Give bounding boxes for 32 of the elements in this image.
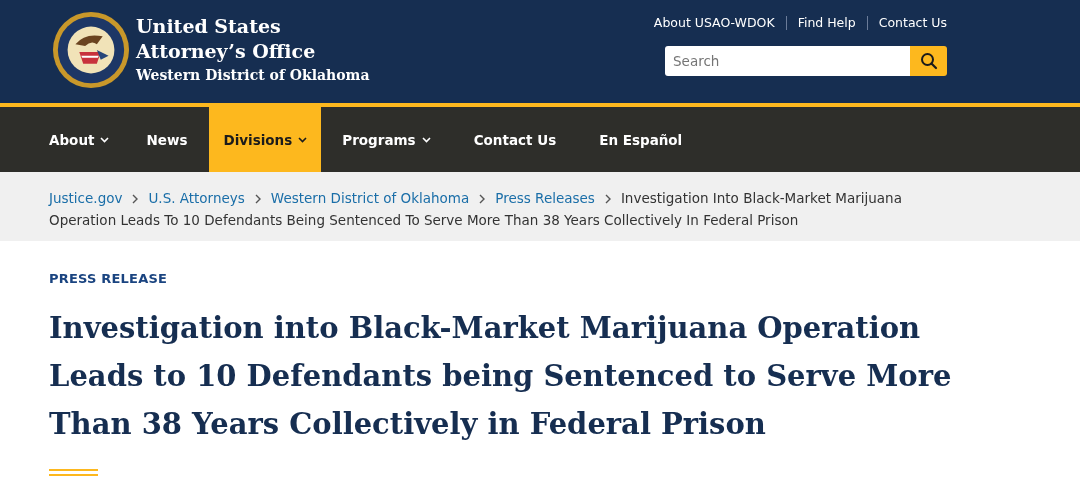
utility-link[interactable]: About USAO-WDOK: [653, 15, 775, 30]
chevron-icon: [254, 194, 261, 204]
agency-name[interactable]: United States: [136, 13, 370, 39]
caret-icon: [421, 136, 431, 143]
caret-icon: [100, 136, 110, 143]
press-release-label: PRESS RELEASE: [49, 271, 169, 286]
article-title: Investigation into Black-Market Marijuana Operation Leads to 10 Defendants being Sentenced to Serve More Than 38 Years Collectively in Federal Prison: [49, 310, 953, 443]
breadcrumb-current: Investigation Into Black-Market Marijuana: [620, 190, 902, 206]
breadcrumb-link[interactable]: Justice.gov: [49, 190, 123, 206]
breadcrumb-link[interactable]: U.S. Attorneys: [148, 190, 245, 206]
search-field[interactable]: Search: [665, 46, 910, 76]
nav-item[interactable]: Contact Us: [452, 107, 579, 172]
breadcrumb-link[interactable]: Press Releases: [495, 190, 595, 206]
chevron-icon: [604, 194, 611, 204]
nav-item[interactable]: Divisions: [209, 107, 322, 172]
chevron-icon: [479, 194, 486, 204]
agency-name[interactable]: Attorney’s Office: [136, 38, 370, 64]
nav-item[interactable]: News: [125, 107, 210, 172]
nav-item[interactable]: En Español: [578, 107, 705, 172]
search-button[interactable]: [910, 46, 947, 76]
decorative-rule: [49, 469, 98, 476]
utility-link[interactable]: Find Help: [797, 15, 856, 30]
seal-logo[interactable]: [52, 10, 130, 89]
caret-icon: [298, 136, 308, 143]
search-icon: [919, 52, 938, 70]
utility-link[interactable]: Contact Us: [878, 15, 947, 30]
district-name[interactable]: Western District of Oklahoma: [136, 63, 370, 86]
nav-item[interactable]: About: [33, 107, 126, 172]
chevron-icon: [132, 194, 139, 204]
breadcrumb-current: Operation Leads To 10 Defendants Being Sentenced To Serve More Than 38 Years Collectively In Federal Prison: [49, 211, 800, 230]
breadcrumb-link[interactable]: Western District of Oklahoma: [270, 190, 470, 206]
nav-item[interactable]: Programs: [321, 107, 453, 172]
